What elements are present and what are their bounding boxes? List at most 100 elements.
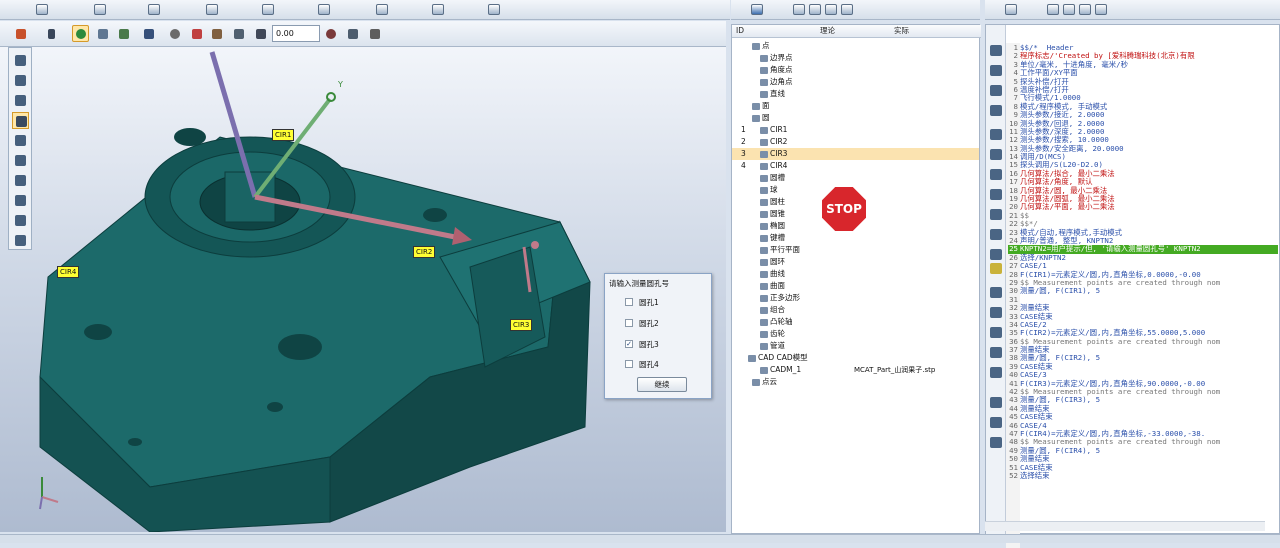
note-icon[interactable] xyxy=(990,327,1002,338)
home-tab-icon[interactable] xyxy=(36,4,48,15)
filter-tab-icon[interactable] xyxy=(809,4,821,15)
tree-row[interactable]: 角度点 xyxy=(732,64,979,76)
tree-row[interactable]: 曲面 xyxy=(732,280,979,292)
home-view-button[interactable] xyxy=(12,25,29,42)
edit-icon[interactable] xyxy=(990,105,1002,116)
send-icon[interactable] xyxy=(990,437,1002,448)
tree-row[interactable]: 平行平面 xyxy=(732,244,979,256)
tree-row[interactable]: 管道 xyxy=(732,340,979,352)
run-icon[interactable] xyxy=(990,45,1002,56)
tree-row[interactable]: 边角点 xyxy=(732,76,979,88)
tree-row[interactable]: 直线 xyxy=(732,88,979,100)
tree-row[interactable]: 边界点 xyxy=(732,52,979,64)
code-line[interactable]: 52 选择结束 xyxy=(1008,471,1278,480)
tree-row[interactable]: 点云 xyxy=(732,376,979,388)
slot-tool[interactable] xyxy=(12,212,29,229)
code-line[interactable]: 20 几何算法/平面, 最小二乘法 xyxy=(1008,203,1278,212)
layer-tab-icon[interactable] xyxy=(376,4,388,15)
tree-row[interactable]: 面 xyxy=(732,100,979,112)
measure-tab-icon[interactable] xyxy=(432,4,444,15)
tree-row[interactable]: 凸轮轴 xyxy=(732,316,979,328)
feature-tab-icon[interactable] xyxy=(262,4,274,15)
tree-row[interactable]: CAD CAD模型 xyxy=(732,352,979,364)
alarm-icon[interactable] xyxy=(990,169,1002,180)
hole4-checkbox[interactable] xyxy=(625,360,633,368)
tree-row[interactable]: 齿轮 xyxy=(732,328,979,340)
rotate-button[interactable] xyxy=(72,25,89,42)
shading-button[interactable] xyxy=(166,25,183,42)
paste-icon[interactable] xyxy=(990,307,1002,318)
chart-tab-icon[interactable] xyxy=(1063,4,1075,15)
tree-row[interactable]: 圆环 xyxy=(732,256,979,268)
probe-icon[interactable] xyxy=(990,129,1002,140)
snap-button[interactable] xyxy=(344,25,361,42)
cube-tab-icon[interactable] xyxy=(751,4,763,15)
tree-row[interactable]: 4 CIR4 xyxy=(732,160,979,172)
document-tab-icon[interactable] xyxy=(94,4,106,15)
tree-row[interactable]: 3 CIR3 xyxy=(732,148,979,160)
calc-icon[interactable] xyxy=(990,149,1002,160)
tree-row[interactable]: CADM_1 MCAT_Part_山润果子.stp xyxy=(732,364,979,376)
clip-button[interactable] xyxy=(230,25,247,42)
continue-button[interactable]: 继续 xyxy=(637,377,687,392)
light-button[interactable] xyxy=(208,25,225,42)
text-tab-icon[interactable] xyxy=(1095,4,1107,15)
step-icon[interactable] xyxy=(990,263,1002,274)
col-theory[interactable]: 理论 xyxy=(820,25,835,37)
probe-tab-icon[interactable] xyxy=(206,4,218,15)
code-line[interactable]: 45 CASE结束 xyxy=(1008,412,1278,421)
select-pointer-button[interactable] xyxy=(44,25,61,42)
color-button[interactable] xyxy=(188,25,205,42)
code-line[interactable]: 30 测量/圆, F(CIR1), 5 xyxy=(1008,286,1278,295)
tree-row[interactable]: 曲线 xyxy=(732,268,979,280)
report-tab-icon[interactable] xyxy=(488,4,500,15)
editor-horizontal-scrollbar[interactable] xyxy=(985,521,1265,531)
sphere-tool[interactable] xyxy=(12,192,29,209)
wait-icon[interactable] xyxy=(990,229,1002,240)
code-line[interactable]: 21 $$ xyxy=(1008,211,1278,220)
grid-icon[interactable] xyxy=(990,347,1002,358)
tool-tab-icon[interactable] xyxy=(1079,4,1091,15)
program-code[interactable]: 1 $$/* Header 2 程序标志/'Created by [爱科腾瑞科技(北京… xyxy=(1008,44,1278,480)
tree-row[interactable]: 圆槽 xyxy=(732,172,979,184)
code-line[interactable]: 26 选择/KNPTN2 xyxy=(1008,253,1278,262)
cylinder-tool[interactable] xyxy=(12,152,29,169)
tree-row[interactable]: 2 CIR2 xyxy=(732,136,979,148)
probe-view-button[interactable] xyxy=(252,25,269,42)
zoom-input[interactable]: 0.00 xyxy=(272,25,320,42)
tree-row[interactable]: 键槽 xyxy=(732,232,979,244)
table-icon[interactable] xyxy=(990,367,1002,378)
hole3-checkbox[interactable]: ✓ xyxy=(625,340,633,348)
crosshair-button[interactable] xyxy=(322,25,339,42)
tree-row[interactable]: 圆 xyxy=(732,112,979,124)
editor-tab-icon[interactable] xyxy=(1005,4,1017,15)
tree-row[interactable]: 1 CIR1 xyxy=(732,124,979,136)
export-icon[interactable] xyxy=(990,397,1002,408)
home-icon[interactable] xyxy=(990,189,1002,200)
shield-tab-icon[interactable] xyxy=(793,4,805,15)
axis-tab-icon[interactable] xyxy=(1047,4,1059,15)
add-point-tool[interactable] xyxy=(12,52,29,69)
plane-tool[interactable] xyxy=(12,132,29,149)
stop-icon[interactable] xyxy=(990,65,1002,76)
fit-view-button[interactable] xyxy=(115,25,132,42)
tree-row[interactable]: 点 xyxy=(732,40,979,52)
cursor-tool[interactable] xyxy=(12,232,29,249)
axis-view-button[interactable] xyxy=(140,25,157,42)
cone-tool[interactable] xyxy=(12,172,29,189)
code-line[interactable]: 33 CASE结束 xyxy=(1008,312,1278,321)
walk-icon[interactable] xyxy=(990,209,1002,220)
hole1-checkbox[interactable] xyxy=(625,298,633,306)
zoom-window-button[interactable] xyxy=(94,25,111,42)
col-id[interactable]: ID xyxy=(736,25,744,37)
copy-icon[interactable] xyxy=(990,287,1002,298)
hole2-checkbox[interactable] xyxy=(625,319,633,327)
sensor-tab-icon[interactable] xyxy=(318,4,330,15)
probe-tool[interactable] xyxy=(12,72,29,89)
circle-tool[interactable] xyxy=(12,112,29,129)
tree-row[interactable]: 正多边形 xyxy=(732,292,979,304)
measure-tool[interactable] xyxy=(12,92,29,109)
settings-button[interactable] xyxy=(366,25,383,42)
camera-tab-icon[interactable] xyxy=(841,4,853,15)
table-tab-icon[interactable] xyxy=(148,4,160,15)
